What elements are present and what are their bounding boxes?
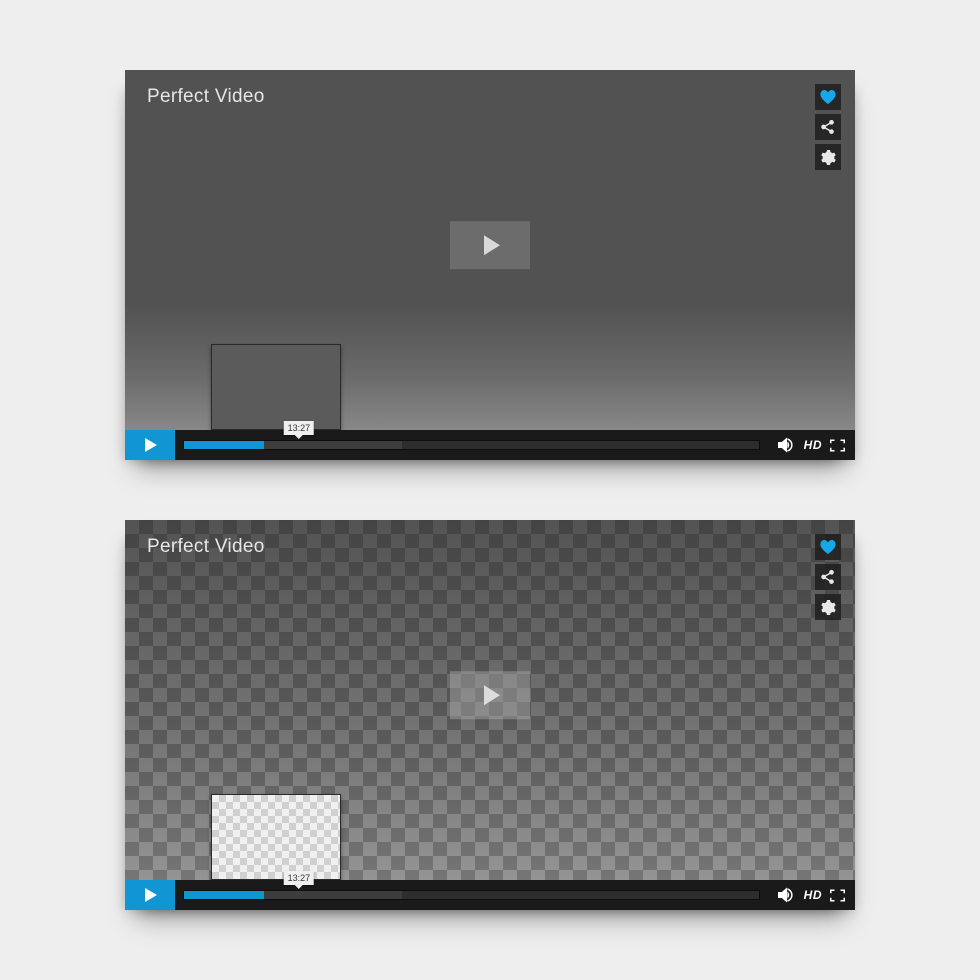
controls-bar: 13:27 HD (125, 430, 855, 460)
progress-bar[interactable]: 13:27 (183, 890, 760, 900)
volume-button[interactable] (778, 437, 796, 453)
progress-area: 13:27 (175, 430, 768, 460)
volume-icon (778, 887, 796, 903)
play-button[interactable] (125, 430, 175, 460)
hd-label: HD (804, 888, 822, 902)
play-button[interactable] (125, 880, 175, 910)
volume-button[interactable] (778, 887, 796, 903)
video-player: Perfect Video 13:27 (125, 70, 855, 460)
video-area[interactable]: Perfect Video (125, 520, 855, 880)
center-play-button[interactable] (450, 221, 530, 269)
fullscreen-button[interactable] (830, 439, 845, 452)
preview-thumbnail (211, 794, 341, 880)
share-icon (821, 120, 835, 134)
progress-area: 13:27 (175, 880, 768, 910)
controls-bar: 13:27 HD (125, 880, 855, 910)
like-button[interactable] (815, 534, 841, 560)
fullscreen-button[interactable] (830, 889, 845, 902)
heart-icon (820, 90, 836, 104)
share-button[interactable] (815, 114, 841, 140)
played-segment (184, 891, 264, 899)
hd-button[interactable]: HD (804, 888, 822, 902)
play-icon (145, 438, 157, 452)
share-icon (821, 570, 835, 584)
fullscreen-icon (830, 889, 845, 902)
played-segment (184, 441, 264, 449)
video-title: Perfect Video (147, 86, 265, 108)
settings-button[interactable] (815, 144, 841, 170)
side-buttons (815, 84, 841, 170)
share-button[interactable] (815, 564, 841, 590)
right-controls: HD (768, 880, 855, 910)
heart-icon (820, 540, 836, 554)
play-icon (145, 888, 157, 902)
video-player: Perfect Video 13:27 (125, 520, 855, 910)
fullscreen-icon (830, 439, 845, 452)
play-icon (484, 685, 500, 705)
hd-label: HD (804, 438, 822, 452)
hd-button[interactable]: HD (804, 438, 822, 452)
play-icon (484, 235, 500, 255)
preview-thumbnail (211, 344, 341, 430)
video-area[interactable]: Perfect Video (125, 70, 855, 430)
side-buttons (815, 534, 841, 620)
center-play-button[interactable] (450, 671, 530, 719)
time-tooltip: 13:27 (284, 871, 315, 885)
right-controls: HD (768, 430, 855, 460)
volume-icon (778, 437, 796, 453)
time-tooltip: 13:27 (284, 421, 315, 435)
gear-icon (821, 600, 836, 615)
like-button[interactable] (815, 84, 841, 110)
settings-button[interactable] (815, 594, 841, 620)
progress-bar[interactable]: 13:27 (183, 440, 760, 450)
video-title: Perfect Video (147, 536, 265, 558)
gear-icon (821, 150, 836, 165)
